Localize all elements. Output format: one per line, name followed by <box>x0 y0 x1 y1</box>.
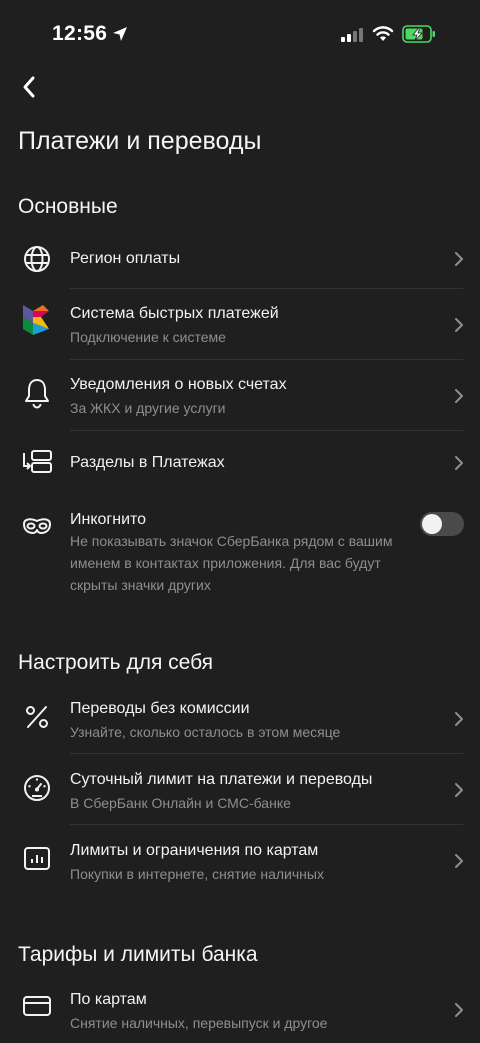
chevron-right-icon <box>455 783 463 797</box>
incognito-mask-icon <box>20 509 54 543</box>
card-icon <box>20 989 54 1023</box>
status-time: 12:56 <box>52 22 108 45</box>
speedometer-icon <box>20 771 54 805</box>
row-payment-region[interactable]: Регион оплаты <box>0 232 480 288</box>
section-title-customize: Настроить для себя <box>18 651 214 674</box>
row-title: Уведомления о новых счетах <box>70 376 287 393</box>
row-title: Лимиты и ограничения по картам <box>70 842 319 859</box>
row-daily-limit[interactable]: Суточный лимит на платежи и переводы В С… <box>0 754 480 824</box>
percent-icon <box>20 700 54 734</box>
chevron-right-icon <box>455 389 463 403</box>
back-chevron-icon <box>23 76 35 98</box>
page-title: Платежи и переводы <box>18 127 262 155</box>
chart-icon <box>20 842 54 876</box>
sbp-logo-icon <box>20 303 54 337</box>
row-commission-free-transfers[interactable]: Переводы без комиссии Узнайте, сколько о… <box>0 683 480 753</box>
row-subtitle: За ЖКХ и другие услуги <box>70 400 226 416</box>
chevron-right-icon <box>455 712 463 726</box>
signal-icon <box>341 28 363 42</box>
row-title: Разделы в Платежах <box>70 454 225 471</box>
wifi-icon <box>372 26 394 41</box>
row-card-tariffs[interactable]: По картам Снятие наличных, перевыпуск и … <box>0 975 480 1043</box>
row-fast-payment-system[interactable]: Система быстрых платежей Подключение к с… <box>0 289 480 359</box>
row-title: Суточный лимит на платежи и переводы <box>70 771 373 788</box>
row-card-limits[interactable]: Лимиты и ограничения по картам Покупки в… <box>0 825 480 895</box>
globe-icon <box>20 242 54 276</box>
row-title: По картам <box>70 991 147 1008</box>
back-button[interactable] <box>12 70 46 104</box>
row-title: Переводы без комиссии <box>70 700 250 717</box>
row-subtitle: Покупки в интернете, снятие наличных <box>70 866 324 882</box>
chevron-right-icon <box>455 252 463 266</box>
row-title: Система быстрых платежей <box>70 305 279 322</box>
chevron-right-icon <box>455 456 463 470</box>
incognito-toggle[interactable] <box>420 512 464 536</box>
status-bar: 12:56 <box>0 0 480 70</box>
row-payment-sections[interactable]: Разделы в Платежах <box>0 431 480 493</box>
chevron-right-icon <box>455 1003 463 1017</box>
row-subtitle: Снятие наличных, перевыпуск и другое <box>70 1015 328 1031</box>
section-title-tariffs: Тарифы и лимиты банка <box>18 943 258 966</box>
screen: 12:56 Платежи и переводы Основные Регион… <box>0 0 480 1043</box>
row-new-bills-notifications[interactable]: Уведомления о новых счетах За ЖКХ и друг… <box>0 360 480 430</box>
incognito-description: Не показывать значок СберБанка рядом с в… <box>70 533 393 593</box>
chevron-right-icon <box>455 318 463 332</box>
row-title: Регион оплаты <box>70 250 181 267</box>
row-subtitle: Подключение к системе <box>70 329 226 345</box>
chevron-right-icon <box>455 854 463 868</box>
toggle-knob <box>422 514 442 534</box>
row-subtitle: В СберБанк Онлайн и СМС-банке <box>70 795 291 811</box>
bell-icon <box>20 376 54 410</box>
location-arrow-icon <box>113 27 127 41</box>
row-subtitle: Узнайте, сколько осталось в этом месяце <box>70 724 341 740</box>
section-title-main: Основные <box>18 195 118 218</box>
sections-icon <box>20 445 54 479</box>
row-title: Инкогнито <box>70 511 147 528</box>
battery-charging-icon <box>402 25 435 43</box>
